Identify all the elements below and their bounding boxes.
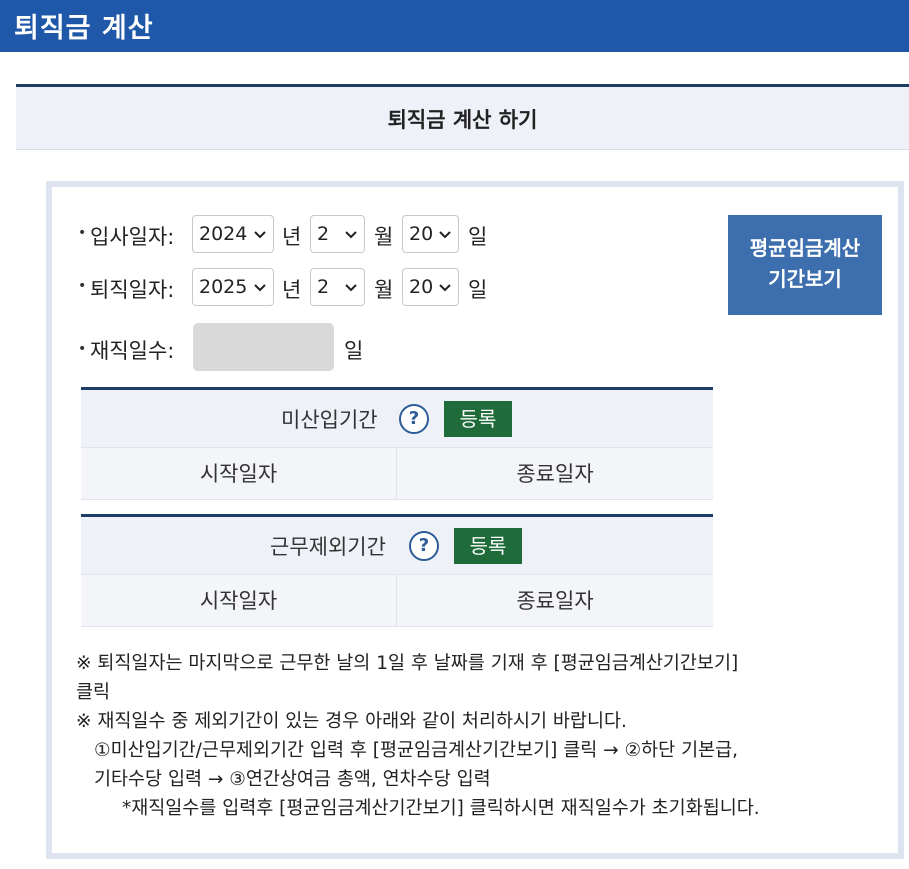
join-day-select[interactable]: 20 xyxy=(402,215,459,253)
end-date-header: 종료일자 xyxy=(516,589,594,613)
section-header: 퇴직금 계산 하기 xyxy=(16,84,909,150)
unpaid-register-button[interactable]: 등록 xyxy=(444,401,512,437)
notes: ※ 퇴직일자는 마지막으로 근무한 날의 1일 후 날짜를 기재 후 [평균임금… xyxy=(76,649,896,823)
leave-year-select[interactable]: 2025 xyxy=(192,268,274,306)
help-icon[interactable]: ? xyxy=(399,404,429,434)
excluded-register-button[interactable]: 등록 xyxy=(454,528,522,564)
tenure-unit: 일 xyxy=(344,339,364,363)
year-unit: 년 xyxy=(282,278,302,302)
end-date-header: 종료일자 xyxy=(516,462,594,486)
leave-date-row: • 퇴직일자: 2025 년 2 월 20 일 xyxy=(52,268,712,308)
note-line: *재직일수를 입력후 [평균임금계산기간보기] 클릭하시면 재직일수가 초기화됩… xyxy=(122,798,760,819)
note-line: ①미산입기간/근무제외기간 입력 후 [평균임금계산기간보기] 클릭 → ②하단… xyxy=(94,740,739,761)
unpaid-period-columns: 시작일자 종료일자 xyxy=(81,448,713,500)
help-icon[interactable]: ? xyxy=(409,531,439,561)
note-line: ※ 재직일수 중 제외기간이 있는 경우 아래와 같이 처리하시기 바랍니다. xyxy=(76,711,627,732)
tenure-label: 재직일수: xyxy=(90,339,175,363)
excluded-period-header: 근무제외기간 ? 등록 xyxy=(81,517,713,575)
tenure-days-input[interactable] xyxy=(193,323,334,371)
day-unit: 일 xyxy=(468,225,488,249)
month-unit: 월 xyxy=(374,278,394,302)
day-unit: 일 xyxy=(468,278,488,302)
unpaid-period-table: 미산입기간 ? 등록 시작일자 종료일자 xyxy=(81,387,713,500)
unpaid-period-title: 미산입기간 xyxy=(281,408,378,432)
average-wage-period-button[interactable]: 평균임금계산 기간보기 xyxy=(728,215,882,315)
join-date-label: 입사일자: xyxy=(90,225,175,249)
unpaid-period-header: 미산입기간 ? 등록 xyxy=(81,390,713,448)
month-unit: 월 xyxy=(374,225,394,249)
chevron-down-icon xyxy=(254,284,266,292)
app-title: 퇴직금 계산 xyxy=(14,13,154,44)
chevron-down-icon xyxy=(439,231,451,239)
join-year-select[interactable]: 2024 xyxy=(192,215,274,253)
chevron-down-icon xyxy=(345,284,357,292)
join-date-row: • 입사일자: 2024 년 2 월 20 일 xyxy=(52,215,712,255)
bullet: • xyxy=(78,225,87,241)
start-date-header: 시작일자 xyxy=(81,575,397,627)
leave-month-select[interactable]: 2 xyxy=(310,268,365,306)
excluded-period-columns: 시작일자 종료일자 xyxy=(81,575,713,627)
note-line: 기타수당 입력 → ③연간상여금 총액, 연차수당 입력 xyxy=(94,769,491,790)
note-line: ※ 퇴직일자는 마지막으로 근무한 날의 1일 후 날짜를 기재 후 [평균임금… xyxy=(76,653,739,674)
calc-panel: • 입사일자: 2024 년 2 월 20 일 • 퇴직일자: 2025 년 2… xyxy=(46,181,904,859)
excluded-period-title: 근무제외기간 xyxy=(270,535,386,559)
top-bar: 퇴직금 계산 xyxy=(0,0,909,52)
leave-date-label: 퇴직일자: xyxy=(90,278,175,302)
leave-day-select[interactable]: 20 xyxy=(402,268,459,306)
chevron-down-icon xyxy=(345,231,357,239)
start-date-header: 시작일자 xyxy=(81,448,397,500)
chevron-down-icon xyxy=(439,284,451,292)
join-month-select[interactable]: 2 xyxy=(310,215,365,253)
note-line: 클릭 xyxy=(76,682,111,703)
bullet: • xyxy=(78,278,87,294)
bullet: • xyxy=(78,341,87,357)
chevron-down-icon xyxy=(254,231,266,239)
excluded-period-table: 근무제외기간 ? 등록 시작일자 종료일자 xyxy=(81,514,713,627)
year-unit: 년 xyxy=(282,225,302,249)
section-title: 퇴직금 계산 하기 xyxy=(387,108,538,132)
